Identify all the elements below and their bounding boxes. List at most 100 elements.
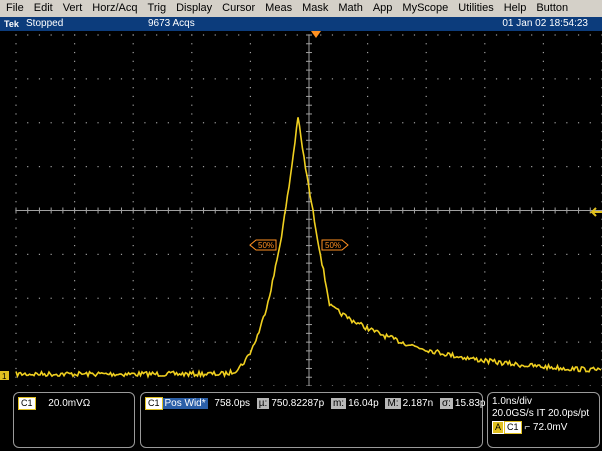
grid-dot — [15, 288, 17, 291]
grid-dot — [120, 297, 123, 299]
trigger-position-marker[interactable] — [311, 31, 321, 38]
menu-mask[interactable]: Mask — [297, 0, 333, 17]
grid-dot — [249, 51, 251, 54]
grid-dot — [531, 34, 533, 36]
menu-math[interactable]: Math — [333, 0, 367, 17]
grid-dot — [238, 341, 240, 343]
grid-dot — [425, 192, 427, 194]
grid-dot — [367, 87, 369, 89]
grid-dot — [132, 359, 134, 361]
grid-dot — [249, 376, 251, 378]
grid-dot — [226, 341, 228, 343]
meas-mean-label: µ: — [256, 398, 270, 409]
meas-sigma: 15.83p — [454, 398, 486, 409]
grid-dot — [425, 183, 427, 185]
grid-dot — [425, 297, 427, 299]
grid-dot — [132, 218, 134, 220]
menu-app[interactable]: App — [368, 0, 398, 17]
grid-dot — [109, 166, 111, 168]
menu-meas[interactable]: Meas — [260, 0, 297, 17]
grid-dot — [38, 34, 41, 36]
grid-dot — [367, 297, 369, 299]
grid-dot — [589, 297, 591, 299]
grid-dot — [74, 280, 76, 282]
ch1-marker-label: 1 — [2, 372, 7, 381]
grid-dot — [566, 122, 568, 124]
grid-dot — [249, 157, 251, 159]
grid-dot — [15, 315, 17, 317]
grid-dot — [191, 245, 193, 247]
grid-dot — [74, 60, 76, 62]
grid-dot — [542, 218, 544, 220]
grid-dot — [484, 245, 486, 247]
menu-display[interactable]: Display — [171, 0, 217, 17]
grid-dot — [74, 43, 76, 45]
grid-dot — [577, 297, 580, 299]
tek-logo: Tek — [4, 19, 19, 29]
grid-dot — [425, 174, 427, 176]
grid-dot — [273, 341, 275, 343]
grid-dot — [367, 166, 369, 168]
grid-dot — [507, 166, 509, 168]
measurement-readout[interactable]: C1 Pos Wid* 758.0ps µ: 750.82287p m: 16.04p… — [140, 392, 486, 448]
grid-dot — [191, 359, 193, 361]
grid-dot — [484, 60, 486, 62]
grid-dot — [202, 122, 205, 124]
grid-dot — [425, 359, 427, 361]
grid-dot — [27, 122, 29, 124]
grid-dot — [191, 183, 193, 185]
grid-dot — [284, 341, 287, 343]
menu-horz-acq[interactable]: Horz/Acq — [87, 0, 142, 17]
grid-dot — [191, 95, 193, 98]
grid-dot — [50, 78, 52, 80]
grid-dot — [542, 271, 544, 273]
menu-edit[interactable]: Edit — [29, 0, 58, 17]
menu-utilities[interactable]: Utilities — [453, 0, 498, 17]
grid-dot — [38, 78, 41, 80]
grid-dot — [27, 253, 29, 255]
grid-dot — [355, 253, 357, 255]
grid-dot — [15, 157, 17, 159]
grid-dot — [249, 104, 251, 106]
grid-dot — [460, 253, 462, 255]
menu-vert[interactable]: Vert — [58, 0, 88, 17]
grid-dot — [367, 95, 369, 98]
grid-dot — [367, 139, 369, 141]
menu-button[interactable]: Button — [531, 0, 573, 17]
meas-name: Pos Wid* — [162, 398, 208, 409]
grid-dot — [413, 341, 416, 343]
menu-myscope[interactable]: MyScope — [397, 0, 453, 17]
cursor-right-marker[interactable]: 50% — [321, 239, 349, 251]
grid-dot — [425, 323, 427, 326]
cursor-left-marker[interactable]: 50% — [249, 239, 277, 251]
grid-dot — [132, 376, 134, 378]
grid-dot — [472, 166, 474, 168]
menu-help[interactable]: Help — [499, 0, 532, 17]
grid-dot — [542, 323, 544, 326]
grid-dot — [156, 166, 158, 168]
menu-trig[interactable]: Trig — [143, 0, 172, 17]
grid-dot — [74, 297, 76, 299]
grid-dot — [542, 183, 544, 185]
waveform-display[interactable]: 50% 50% 1 — [0, 31, 602, 386]
channel-readout[interactable]: C1 20.0mVΩ — [13, 392, 135, 448]
grid-dot — [132, 95, 134, 98]
grid-dot — [542, 78, 544, 80]
grid-dot — [273, 253, 275, 255]
grid-dot — [156, 341, 158, 343]
menu-file[interactable]: File — [0, 0, 29, 17]
grid-dot — [191, 271, 193, 273]
horizontal-readout[interactable]: 1.0ns/div 20.0GS/s IT 20.0ps/pt A C1 ⌐ 72… — [487, 392, 600, 448]
grid-dot — [74, 104, 76, 106]
grid-dot — [554, 297, 556, 299]
trigger-level-arrow-icon[interactable] — [589, 207, 602, 217]
grid-dot — [367, 201, 369, 203]
grid-dot — [249, 148, 251, 150]
grid-dot — [320, 78, 322, 80]
menu-cursor[interactable]: Cursor — [217, 0, 260, 17]
grid-dot — [74, 130, 76, 133]
grid-dot — [402, 122, 404, 124]
grid-dot — [284, 297, 287, 299]
grid-dot — [495, 78, 498, 80]
cursor-left-label: 50% — [258, 241, 274, 250]
